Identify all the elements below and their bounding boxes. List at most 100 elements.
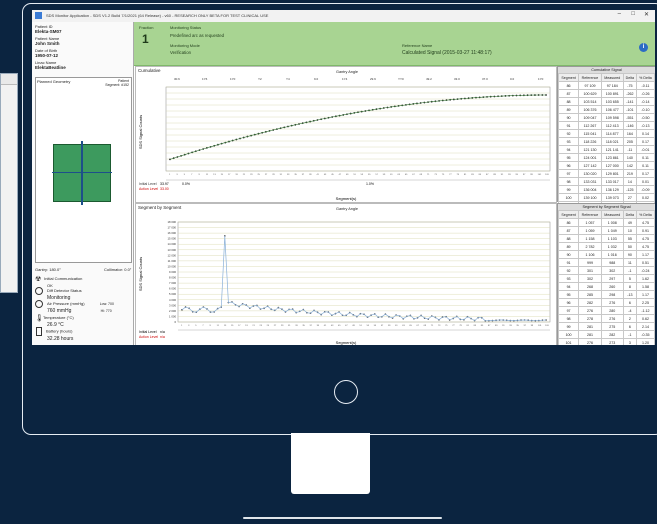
pressure-gauge-icon [35,300,43,308]
cum-x-tick: 35 [294,174,297,176]
table-header[interactable]: Measured [600,73,624,82]
table-cell: 2 782 [578,242,602,251]
seg-x-tick: 97 [524,325,527,327]
patient-id-value: Elekta-SM07 [35,29,62,34]
cum-x-tick: 71 [427,174,430,176]
cum-row1-label: Initial Level [139,182,157,186]
cum-x-tick: 13 [213,174,216,176]
temp-label: Temperature (°C) [43,315,74,321]
cum-top-tick: Y4 [286,77,290,81]
cumulative-y-label: SDS Signal Counts [138,115,143,149]
table-cell: 273 [600,338,624,345]
seg-x-tick: 91 [502,325,505,327]
home-button[interactable] [334,380,358,404]
cum-x-tick: 51 [353,174,356,176]
table-cell: 103 655 [600,97,624,106]
table-cell: 297 [600,274,624,283]
table-cell: 2.14 [635,322,655,331]
table-header[interactable]: Measured [600,210,624,219]
cum-x-tick: 93 [508,174,511,176]
app-icon [35,12,42,19]
table-cell: 260 [600,282,624,291]
table-cell: 93 [557,137,580,146]
seg-y-tick: 18 000 [167,220,176,224]
cumulative-x-label: Segment(s) [336,196,357,201]
minimize-icon[interactable]: – [618,11,621,17]
table-cell: 1.17 [635,290,655,299]
table-header[interactable]: Segment [557,73,580,82]
table-cell: -0.13 [635,121,655,130]
table-header[interactable]: Delta [622,210,637,219]
table-row: 96 282 276 6 2.25 [557,298,655,307]
table-cell: 94 [557,282,580,291]
monitoring-mode-label: Monitoring Mode [170,43,200,48]
table-cell: -1.12 [635,306,655,315]
monitor-frame: SDS Monitor Application - SDS V1.2 Build… [22,3,657,435]
table-cell: 2 [622,314,637,323]
seg-x-tick: 13 [224,325,227,327]
cumulative-top-ticks: 30.6 1Y6 1Y0 Y2 Y4 9.0 1Y4 29.9 YY0 49.2 33.0 37.0 0… [174,77,544,81]
seg-x-tick: 65 [409,325,412,327]
table-cell: 91 [557,121,580,130]
table-row: 95 285 298 -13 1.17 [557,290,655,299]
battery-row: Battery (hours) 32.28 hours [35,327,73,342]
seg-x-tick: 25 [267,325,270,327]
table-header[interactable]: Reference [578,210,602,219]
table-row: 89 2 782 1 032 50 4.75 [557,242,655,251]
table-cell: -125 [622,185,637,194]
plan-segment-value: Segment: #152 [105,83,129,87]
table-row: 86 97 109 97 184 -75 -0.11 [557,81,655,90]
table-cell: 276 [578,306,602,315]
close-icon[interactable]: ✕ [644,11,649,18]
table-header[interactable]: Segment [557,210,580,219]
table-cell: 276 [600,298,624,307]
table-cell: -1 [622,266,637,275]
linac-value: ElektaBeatline [35,65,66,70]
table-cell: 1.17 [635,250,655,259]
table-cell: 302 [600,266,624,275]
table-cell: 275 [600,322,624,331]
table-cell: 127 142 [578,161,602,170]
maximize-icon[interactable]: □ [631,11,635,17]
table-cell: 4.75 [635,234,655,243]
pressure-label: Air Pressure (mmHg) [47,301,85,307]
table-cell: 10 [622,226,637,235]
table-header[interactable]: Delta [622,73,637,82]
table-cell: -75 [622,81,637,90]
table-header[interactable]: Reference [578,73,602,82]
seg-row1-val: n/a [160,330,165,334]
cum-x-tick: 43 [324,174,327,176]
table-cell: -0.35 [635,330,655,339]
table-row: 99 281 275 6 2.14 [557,322,655,331]
cum-x-tick: 65 [405,174,408,176]
status-banner: Fraction 1 Monitoring Status Predefined … [134,22,655,66]
table-cell: 118 226 [578,137,602,146]
seg-x-tick: 29 [281,325,284,327]
table-header[interactable]: % Delta [635,210,655,219]
cum-x-tick: 41 [316,174,319,176]
table-cell: 285 [578,290,602,299]
cum-x-tick: 1 [169,174,171,176]
table-cell: 86 [557,81,580,90]
cum-x-tick: 91 [501,174,504,176]
table-header[interactable]: % Delta [635,73,655,82]
seg-x-tick: 95 [516,325,519,327]
table-row: 92 301 302 -1 -0.24 [557,266,655,275]
table-cell: 4.75 [635,242,655,251]
cumulative-plot-area: 1 3 5 7 9 11 13 15 17 19 21 23 25 27 29 31 33 35 37 39 41 43 4… [165,86,551,181]
table-row: 100 281 282 -1 -0.35 [557,330,655,339]
info-icon[interactable]: i [639,43,648,52]
seg-y-tick: 5 000 [169,292,176,296]
seg-x-tick: 3 [188,325,190,327]
table-cell: 268 [578,282,602,291]
table-cell: 103 514 [578,97,602,106]
table-cell: 278 [578,314,602,323]
cum-x-tick: 73 [434,174,437,176]
monitor-stand [291,433,370,494]
cum-x-tick: 49 [346,174,349,176]
cum-x-tick: 29 [272,174,275,176]
cum-x-tick: 101 [538,174,542,176]
cum-x-tick: 77 [449,174,452,176]
table-cell: 1 016 [600,250,624,259]
table-cell: -13 [622,290,637,299]
